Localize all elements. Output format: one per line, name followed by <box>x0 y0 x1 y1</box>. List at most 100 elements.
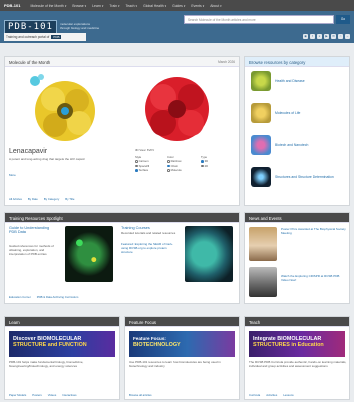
education-corner-link[interactable]: Education Corner <box>9 295 31 299</box>
banner-line: STRUCTURE and FUNCTION <box>13 342 87 349</box>
guide-image[interactable] <box>65 226 113 282</box>
search-input[interactable]: Search Molecule of the Month articles an… <box>184 15 334 24</box>
feature-banner[interactable]: Feature Focus: BIOTECHNOLOGY <box>129 331 235 357</box>
nav-learn[interactable]: Learn <box>92 4 103 8</box>
feature-text: Use PDB-101 resources to learn how biomo… <box>129 360 221 368</box>
motm-description: A potent and long-acting drug that targe… <box>9 157 85 161</box>
curricula-link[interactable]: Curricula <box>249 393 260 397</box>
category-label: Structures and Structure Determination <box>275 174 334 179</box>
posters-link[interactable]: Posters <box>32 393 41 397</box>
curriculum-link[interactable]: PDB & Data Archiving Curriculum <box>37 295 79 299</box>
guide-link[interactable]: Guide to Understanding PDB Data <box>9 226 57 235</box>
youtube-icon[interactable]: ▶ <box>324 34 329 39</box>
panel-title: Molecule of the Month <box>9 60 51 65</box>
category-label: Biotech and Nanotech <box>275 143 309 147</box>
style-controls: Style Cartoon Spacefill Surface <box>135 155 149 173</box>
color-option-molecule[interactable]: Molecule <box>167 168 182 172</box>
motm-more-link[interactable]: More <box>9 173 16 177</box>
activities-link[interactable]: Activities <box>266 393 277 397</box>
rss-icon[interactable]: ◉ <box>303 34 308 39</box>
style-option-surface[interactable]: Surface <box>135 168 149 172</box>
category-molecules-of-life[interactable]: Molecules of Life <box>251 103 300 123</box>
learn-panel: Learn Discover BIOMOLECULAR STRUCTURE an… <box>4 316 120 400</box>
panel-title: News and Events <box>249 216 282 221</box>
nav-teach[interactable]: Teach <box>126 4 138 8</box>
structure-determination-image <box>251 167 271 187</box>
news-events-panel: News and Events Poster Prize Awarded at … <box>244 212 350 304</box>
pdb101-logo[interactable]: PDB-101 <box>4 20 57 34</box>
motm-artwork[interactable] <box>25 71 103 145</box>
nav-browse[interactable]: Browse <box>72 4 86 8</box>
search-button[interactable]: Go <box>336 15 350 24</box>
interactives-link[interactable]: Interactives <box>62 393 76 397</box>
news-photo-2[interactable] <box>249 267 277 297</box>
facebook-icon[interactable]: f <box>310 34 315 39</box>
by-date-link[interactable]: By Date <box>28 197 38 201</box>
news-item-2[interactable]: Watch the Exploring CRISPR at RCSB PDB V… <box>281 274 347 283</box>
brand[interactable]: PDB-101 molecular explorations through b… <box>4 20 100 34</box>
feature-focus-panel: Feature Focus Feature Focus: BIOTECHNOLO… <box>124 316 240 400</box>
color-controls: Color Rainbow Chain Molecule <box>167 155 182 173</box>
molecules-of-life-image <box>251 103 271 123</box>
by-category-link[interactable]: By Category <box>44 197 59 201</box>
nav-train[interactable]: Train <box>109 4 119 8</box>
nav-events[interactable]: Events <box>191 4 204 8</box>
subhead-bar: Training and outreach portal of PDB <box>4 33 86 41</box>
structure-viewer[interactable] <box>137 71 217 147</box>
learn-banner[interactable]: Discover BIOMOLECULAR STRUCTURE and FUNC… <box>9 331 115 357</box>
motm-molecule-name[interactable]: Lenacapavir <box>9 148 47 155</box>
banner-line: STRUCTURES in Education <box>253 342 324 349</box>
news-item-1[interactable]: Poster Prize Awarded at The Biophysical … <box>281 227 347 236</box>
category-structure-determination[interactable]: Structures and Structure Determination <box>251 167 335 187</box>
nav-global-health[interactable]: Global Health <box>143 4 166 8</box>
learn-footer-links: Paper Models Posters Videos Interactives <box>9 393 77 397</box>
courses-image[interactable] <box>185 226 233 282</box>
tagline: molecular explorations through biology a… <box>59 22 100 30</box>
feature-footer-links: Browse all articles <box>129 393 152 397</box>
email-icon[interactable]: ✉ <box>331 34 336 39</box>
teach-banner[interactable]: Integrate BIOMOLECULAR STRUCTURES in Edu… <box>249 331 345 357</box>
type-option-2d[interactable]: 2D <box>201 164 208 168</box>
by-title-link[interactable]: By Title <box>65 197 74 201</box>
x-icon[interactable]: x <box>317 34 322 39</box>
courses-featured[interactable]: Featured: Exploring the SEAR of Ca2+ usi… <box>121 242 177 254</box>
all-articles-link[interactable]: All Articles <box>9 197 22 201</box>
topnav-logo[interactable]: PDB-101 <box>4 3 20 8</box>
videos-link[interactable]: Videos <box>48 393 57 397</box>
paper-models-link[interactable]: Paper Models <box>9 393 26 397</box>
nav-about[interactable]: About <box>210 4 221 8</box>
teach-text: The RCSB PDB Curricula provide authentic… <box>249 360 347 368</box>
category-health-disease[interactable]: Health and Disease <box>251 71 305 91</box>
banner-line: BIOTECHNOLOGY <box>133 342 181 349</box>
news-photo-1[interactable] <box>249 227 277 261</box>
teach-panel: Teach Integrate BIOMOLECULAR STRUCTURES … <box>244 316 350 400</box>
bluesky-icon[interactable]: ~ <box>345 34 350 39</box>
instagram-icon[interactable]: ○ <box>338 34 343 39</box>
panel-title: Feature Focus <box>129 320 156 325</box>
browse-resources-panel: Browse resources by category Health and … <box>244 56 350 206</box>
training-footer-links: Education Corner PDB & Data Archiving Cu… <box>9 295 78 299</box>
biotech-nanotech-image <box>251 135 271 155</box>
panel-header: Training Resources Spotlight <box>5 213 239 223</box>
motm-footer-links: All Articles By Date By Category By Titl… <box>9 197 74 201</box>
category-biotech-nanotech[interactable]: Biotech and Nanotech <box>251 135 308 155</box>
panel-header: News and Events <box>245 213 349 223</box>
nav-guides[interactable]: Guides <box>172 4 185 8</box>
top-navigation: PDB-101 Molecule of the Month Browse Lea… <box>0 0 354 11</box>
nav-molecule-of-month[interactable]: Molecule of the Month <box>30 4 66 8</box>
panel-header: Browse resources by category <box>245 57 349 67</box>
training-courses-link[interactable]: Training Courses <box>121 226 150 230</box>
category-label: Molecules of Life <box>275 111 301 115</box>
molecule-of-month-panel: Molecule of the Month March 2026 Lenacap… <box>4 56 240 206</box>
panel-title: Training Resources Spotlight <box>9 216 63 221</box>
browse-articles-link[interactable]: Browse all articles <box>129 393 152 397</box>
viewer-id: 3D View: 6VKV <box>135 148 155 152</box>
training-spotlight-panel: Training Resources Spotlight Guide to Un… <box>4 212 240 304</box>
lessons-link[interactable]: Lessons <box>283 393 293 397</box>
panel-header: Teach <box>245 317 349 327</box>
guide-text: Guided references for methods of obtaini… <box>9 244 54 256</box>
panel-title: Browse resources by category <box>249 60 306 65</box>
motm-date: March 2026 <box>218 60 235 64</box>
rcsb-pdb-logo[interactable]: PDB <box>51 35 62 39</box>
category-label: Health and Disease <box>275 79 305 83</box>
